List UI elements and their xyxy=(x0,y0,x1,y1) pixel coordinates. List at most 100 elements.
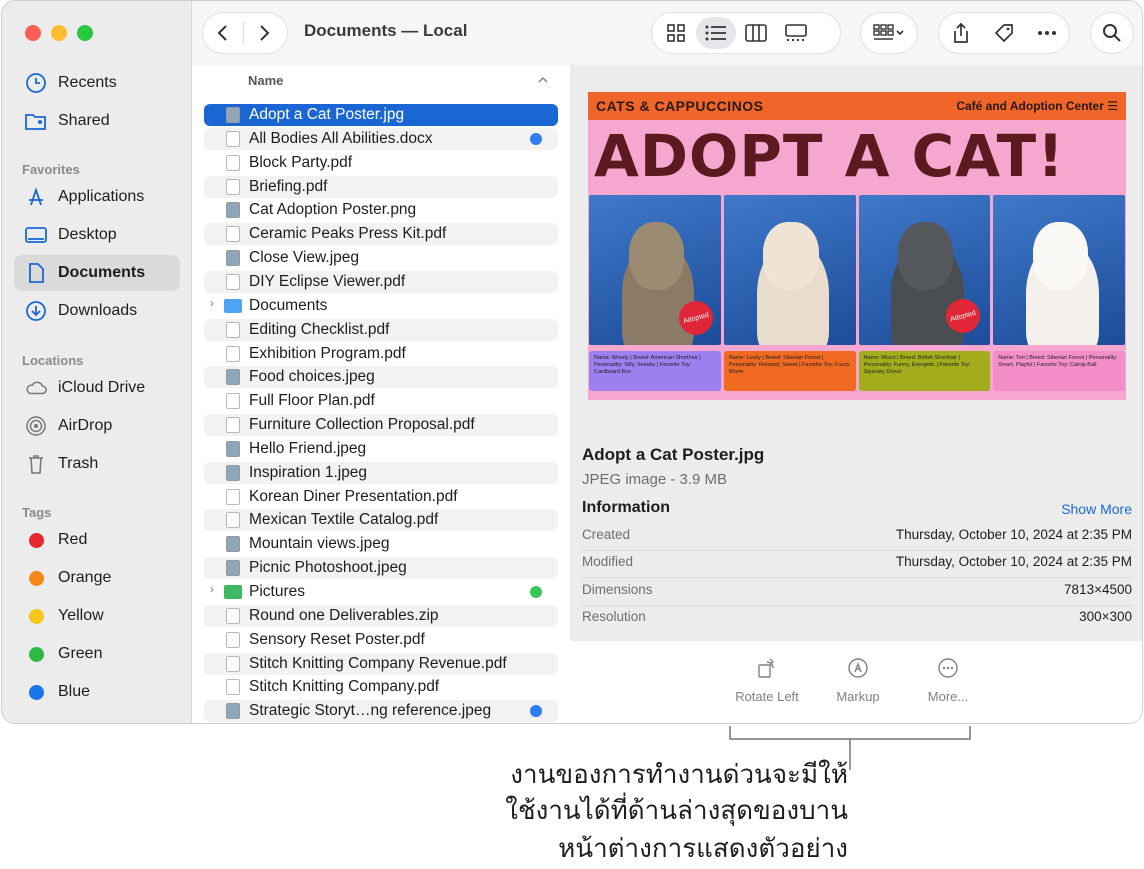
file-row[interactable]: All Bodies All Abilities.docx xyxy=(204,127,558,150)
cat-card: Name: Woody | Breed: American Shorthair … xyxy=(589,351,721,391)
sidebar-item-downloads[interactable]: Downloads xyxy=(14,293,180,329)
tag-dot-icon xyxy=(530,705,542,718)
orange-tag-icon xyxy=(29,570,44,586)
file-row[interactable]: Furniture Collection Proposal.pdf xyxy=(204,414,558,437)
file-row[interactable]: Picnic Photoshoot.jpeg xyxy=(204,557,558,580)
group-button[interactable] xyxy=(860,12,918,54)
file-row[interactable]: Cat Adoption Poster.png xyxy=(204,199,558,221)
view-mode-group xyxy=(651,12,841,54)
markup-button[interactable]: Markup xyxy=(818,655,898,704)
gallery-icon xyxy=(785,24,807,41)
blue-tag-icon xyxy=(29,684,44,700)
preview-file-name: Adopt a Cat Poster.jpg xyxy=(582,445,765,464)
favorites-header: Favorites xyxy=(22,162,80,177)
list-view-button[interactable] xyxy=(696,17,736,49)
disclosure-chevron-icon[interactable]: › xyxy=(210,582,214,596)
file-row[interactable]: Hello Friend.jpeg xyxy=(204,438,558,460)
sidebar-item-label: Yellow xyxy=(58,607,104,624)
forward-button[interactable] xyxy=(244,17,284,49)
file-row[interactable]: Mountain views.jpeg xyxy=(204,533,558,555)
file-row[interactable]: Close View.jpeg xyxy=(204,247,558,269)
sidebar-item-trash[interactable]: Trash xyxy=(14,446,180,482)
more-button[interactable] xyxy=(1027,17,1067,49)
action-buttons xyxy=(938,12,1070,54)
sidebar-tag-yellow[interactable]: Yellow xyxy=(14,598,180,634)
sidebar-tag-green[interactable]: Green xyxy=(14,636,180,672)
zoom-window-button[interactable] xyxy=(77,25,93,41)
disclosure-chevron-icon[interactable]: › xyxy=(210,296,214,310)
file-row[interactable]: Strategic Storyt…ng reference.jpeg xyxy=(204,700,558,723)
sidebar-item-label: Orange xyxy=(58,569,112,586)
sidebar-item-desktop[interactable]: Desktop xyxy=(14,217,180,253)
sidebar-item-label: Recents xyxy=(58,74,117,91)
window-controls xyxy=(25,25,93,41)
file-row[interactable]: Stitch Knitting Company.pdf xyxy=(204,676,558,698)
show-more-link[interactable]: Show More xyxy=(1061,501,1132,517)
file-name: Stitch Knitting Company.pdf xyxy=(249,678,440,696)
preview-file-kind: JPEG image - 3.9 MB xyxy=(582,471,728,488)
back-button[interactable] xyxy=(203,17,243,49)
file-row[interactable]: Round one Deliverables.zip xyxy=(204,604,558,627)
chevron-left-icon xyxy=(217,25,227,41)
sort-chevron-icon[interactable] xyxy=(538,77,548,83)
sidebar-item-icloud[interactable]: iCloud Drive xyxy=(14,370,180,406)
poster-brand: CATS & CAPPUCCINOS xyxy=(596,98,764,114)
minimize-window-button[interactable] xyxy=(51,25,67,41)
file-row[interactable]: › Pictures xyxy=(204,581,558,603)
search-button[interactable] xyxy=(1090,12,1134,54)
sidebar-item-label: Applications xyxy=(58,188,145,205)
file-row[interactable]: Stitch Knitting Company Revenue.pdf xyxy=(204,652,558,675)
dimensions-value: 7813×4500 xyxy=(1064,582,1132,597)
sidebar-item-label: Red xyxy=(58,531,88,548)
icon-view-button[interactable] xyxy=(656,17,696,49)
tag-button[interactable] xyxy=(984,17,1024,49)
gallery-view-button[interactable] xyxy=(776,17,816,49)
sidebar-item-recents[interactable]: Recents xyxy=(14,65,180,101)
file-name: Korean Diner Presentation.pdf xyxy=(249,487,458,505)
name-column-header[interactable]: Name xyxy=(248,73,283,88)
file-row[interactable]: Block Party.pdf xyxy=(204,152,558,174)
file-row[interactable]: Sensory Reset Poster.pdf xyxy=(204,629,558,651)
file-icon xyxy=(226,273,240,290)
file-icon xyxy=(226,202,240,219)
modified-value: Thursday, October 10, 2024 at 2:35 PM xyxy=(895,554,1132,569)
file-row[interactable]: Mexican Textile Catalog.pdf xyxy=(204,509,558,532)
resolution-row: Resolution 300×300 xyxy=(582,609,1132,631)
file-icon xyxy=(226,703,240,720)
share-button[interactable] xyxy=(941,17,981,49)
file-row[interactable]: Editing Checklist.pdf xyxy=(204,318,558,341)
modified-label: Modified xyxy=(582,554,634,569)
file-row[interactable]: Food choices.jpeg xyxy=(204,366,558,389)
folder-icon xyxy=(224,585,242,599)
sidebar-tag-red[interactable]: Red xyxy=(14,522,180,558)
file-row[interactable]: Briefing.pdf xyxy=(204,175,558,198)
file-row[interactable]: Korean Diner Presentation.pdf xyxy=(204,486,558,508)
file-name: Stitch Knitting Company Revenue.pdf xyxy=(249,654,507,672)
file-row[interactable]: Ceramic Peaks Press Kit.pdf xyxy=(204,223,558,246)
sidebar-tag-orange[interactable]: Orange xyxy=(14,560,180,596)
grid-icon xyxy=(667,24,685,42)
shared-folder-icon xyxy=(24,109,48,133)
file-icon xyxy=(226,369,240,386)
locations-header: Locations xyxy=(22,353,84,368)
file-name: All Bodies All Abilities.docx xyxy=(249,129,433,147)
sidebar-item-airdrop[interactable]: AirDrop xyxy=(14,408,180,444)
close-window-button[interactable] xyxy=(25,25,41,41)
more-actions-button[interactable]: More... xyxy=(908,655,988,704)
sidebar-item-applications[interactable]: Applications xyxy=(14,179,180,215)
tag-dot-icon xyxy=(530,132,542,145)
rotate-left-button[interactable]: Rotate Left xyxy=(727,655,807,704)
sidebar-item-documents[interactable]: Documents xyxy=(14,255,180,291)
file-name: Round one Deliverables.zip xyxy=(249,606,439,624)
file-row[interactable]: Exhibition Program.pdf xyxy=(204,343,558,365)
document-icon xyxy=(24,261,48,285)
sidebar-item-shared[interactable]: Shared xyxy=(14,103,180,139)
file-row[interactable]: Full Floor Plan.pdf xyxy=(204,390,558,412)
file-row[interactable]: DIY Eclipse Viewer.pdf xyxy=(204,270,558,293)
sidebar-tag-blue[interactable]: Blue xyxy=(14,674,180,710)
file-row[interactable]: Adopt a Cat Poster.jpg xyxy=(204,104,558,126)
tags-header: Tags xyxy=(22,505,52,520)
file-row[interactable]: Inspiration 1.jpeg xyxy=(204,461,558,484)
file-row[interactable]: › Documents xyxy=(204,295,558,317)
column-view-button[interactable] xyxy=(736,17,776,49)
